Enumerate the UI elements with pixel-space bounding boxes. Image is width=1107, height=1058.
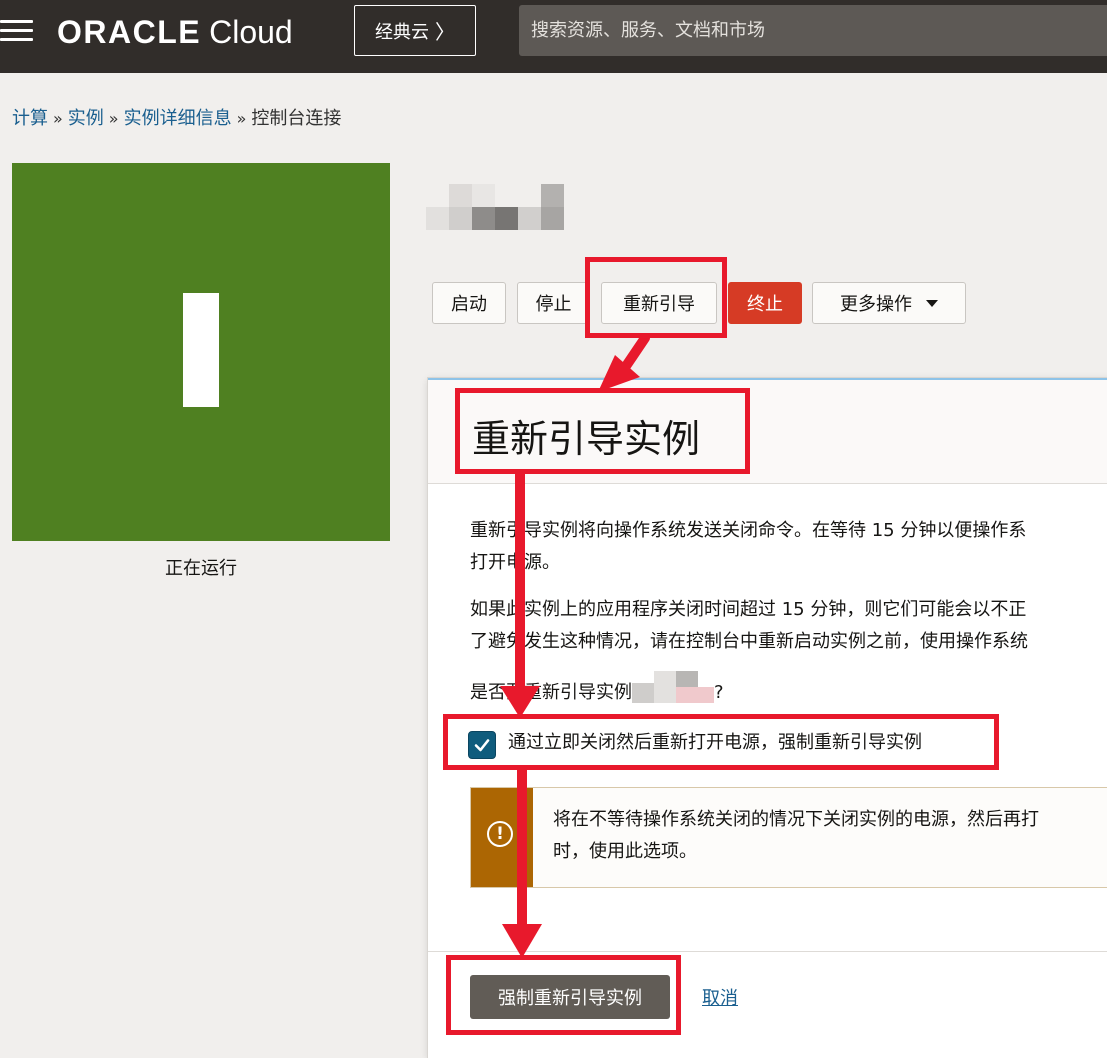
start-button[interactable]: 启动 — [432, 282, 506, 324]
hamburger-menu-icon[interactable] — [0, 18, 34, 44]
checkmark-icon — [474, 739, 490, 752]
warning-text: 将在不等待操作系统关闭的情况下关闭实例的电源，然后再打 时，使用此选项。 — [553, 804, 1039, 868]
warning-text-line-1: 将在不等待操作系统关闭的情况下关闭实例的电源，然后再打 — [553, 809, 1039, 830]
dialog-paragraph-2-line-1: 如果此实例上的应用程序关闭时间超过 15 分钟，则它们可能会以不正 — [470, 599, 1027, 620]
search-input[interactable] — [519, 5, 1107, 56]
classic-cloud-label: 经典云 — [375, 21, 429, 43]
dialog-question: 是否要重新引导实例? — [470, 671, 724, 709]
stop-button[interactable]: 停止 — [517, 282, 590, 324]
logo-brand: ORACLE — [57, 14, 202, 50]
breadcrumb-compute[interactable]: 计算 — [12, 108, 48, 129]
reboot-button[interactable]: 重新引导 — [601, 282, 717, 324]
instance-letter-glyph — [183, 293, 219, 407]
more-actions-button[interactable]: 更多操作 — [812, 282, 966, 324]
caret-down-icon — [926, 299, 938, 307]
terminate-label: 终止 — [747, 294, 783, 315]
terminate-button[interactable]: 终止 — [728, 282, 802, 324]
stop-label: 停止 — [535, 294, 572, 315]
instance-status-tile — [12, 163, 390, 541]
force-reboot-button-label: 强制重新引导实例 — [498, 988, 642, 1009]
cancel-link[interactable]: 取消 — [702, 984, 738, 1010]
breadcrumb-separator: » — [108, 109, 119, 128]
classic-cloud-button[interactable]: 经典云 〉 — [354, 5, 476, 56]
dialog-paragraph-2-line-2: 了避免发生这种情况，请在控制台中重新启动实例之前，使用操作系统 — [470, 631, 1028, 652]
warning-stripe: ! — [471, 788, 533, 887]
redacted-instance-name-inline — [632, 671, 714, 703]
start-label: 启动 — [451, 294, 487, 315]
dialog-paragraph-1-line-2: 打开电源。 — [470, 552, 560, 573]
dialog-paragraph-1-line-1: 重新引导实例将向操作系统发送关闭命令。在等待 15 分钟以便操作系 — [470, 520, 1027, 541]
dialog-header: 重新引导实例 — [428, 378, 1107, 484]
breadcrumb-instance-details[interactable]: 实例详细信息 — [124, 108, 232, 129]
dialog-question-suffix: ? — [714, 682, 724, 703]
force-reboot-label[interactable]: 通过立即关闭然后重新打开电源，强制重新引导实例 — [508, 728, 922, 754]
warning-text-line-2: 时，使用此选项。 — [553, 841, 697, 862]
breadcrumb-separator: » — [53, 109, 63, 128]
exclamation-icon: ! — [487, 821, 513, 847]
breadcrumb: 计算» 实例» 实例详细信息» 控制台连接 — [12, 104, 341, 130]
breadcrumb-separator: » — [236, 109, 247, 128]
chevron-right-icon: 〉 — [435, 20, 455, 44]
more-actions-label: 更多操作 — [840, 294, 912, 315]
breadcrumb-current: 控制台连接 — [251, 108, 342, 129]
breadcrumb-instances[interactable]: 实例 — [68, 108, 104, 129]
redacted-instance-name — [426, 184, 566, 230]
dialog-question-text: 是否要重新引导实例 — [470, 682, 632, 703]
instance-status-label: 正在运行 — [165, 558, 237, 579]
force-reboot-checkbox[interactable] — [468, 731, 496, 759]
dialog-paragraph-1: 重新引导实例将向操作系统发送关闭命令。在等待 15 分钟以便操作系 打开电源。 — [470, 515, 1026, 579]
logo-product: Cloud — [209, 14, 293, 50]
reboot-instance-dialog: 重新引导实例 重新引导实例将向操作系统发送关闭命令。在等待 15 分钟以便操作系… — [428, 378, 1107, 1058]
dialog-title: 重新引导实例 — [472, 417, 701, 461]
warning-banner: ! 将在不等待操作系统关闭的情况下关闭实例的电源，然后再打 时，使用此选项。 — [470, 787, 1107, 888]
dialog-paragraph-2: 如果此实例上的应用程序关闭时间超过 15 分钟，则它们可能会以不正 了避免发生这… — [470, 594, 1028, 658]
force-reboot-button[interactable]: 强制重新引导实例 — [470, 975, 670, 1019]
oracle-cloud-logo[interactable]: ORACLE Cloud — [57, 14, 293, 51]
reboot-label: 重新引导 — [623, 294, 695, 315]
top-header: ORACLE Cloud 经典云 〉 — [0, 0, 1107, 73]
